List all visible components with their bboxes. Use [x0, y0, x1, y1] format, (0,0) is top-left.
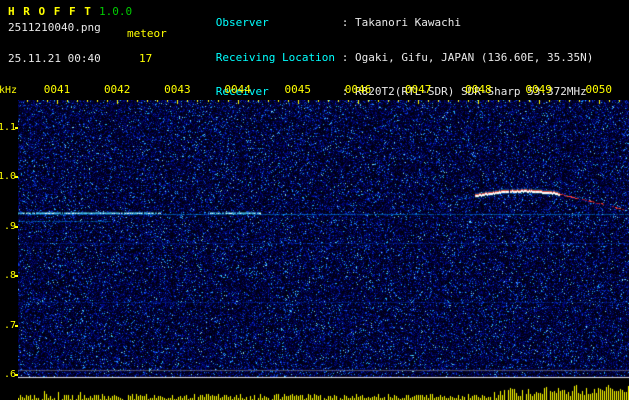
y-tick-mark [15, 225, 18, 228]
x-tick-label: 0042 [103, 83, 131, 96]
x-tick-label: 0045 [284, 83, 312, 96]
y-tick-label: .9 [3, 220, 16, 232]
x-tick-label: 0049 [525, 83, 552, 96]
y-tick-mark [15, 127, 18, 129]
hrofft-output: H R O F F T 1.0.0 2511210040.png meteor … [0, 0, 629, 400]
x-tick-label: 0048 [465, 83, 492, 96]
spectrogram-canvas [18, 100, 629, 400]
x-tick-label: 0043 [164, 83, 191, 96]
y-tick-mark [15, 374, 18, 376]
x-tick-label: 0041 [43, 83, 71, 96]
x-tick-label: 0047 [404, 83, 432, 96]
y-tick-mark [15, 275, 18, 278]
x-tick-label: 0046 [344, 83, 372, 96]
y-tick-label: 1.1 [0, 122, 17, 133]
x-tick-label: 0050 [585, 83, 613, 96]
y-tick-label: .7 [3, 319, 16, 331]
spectrogram-panel: kHz 0041 0042 0043 0044 0045 0046 0047 0048 0049… [0, 0, 629, 400]
y-tick-mark [15, 324, 18, 327]
y-tick-label: .8 [3, 270, 16, 282]
y-tick-label: 1.0 [0, 171, 17, 183]
y-axis-unit: kHz [0, 85, 18, 96]
y-tick-label: .6 [3, 369, 16, 380]
x-tick-label: 0044 [224, 83, 251, 96]
y-tick-mark [15, 176, 18, 179]
